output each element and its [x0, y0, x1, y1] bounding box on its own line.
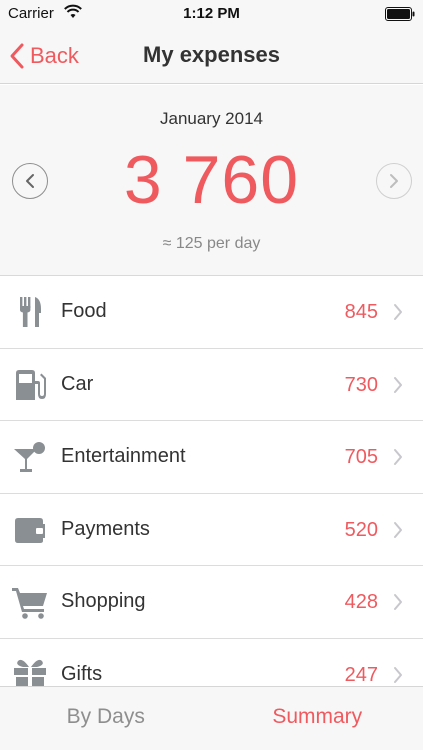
fork-knife-icon: [20, 297, 41, 327]
page-title: My expenses: [143, 42, 280, 67]
category-label: Shopping: [61, 590, 146, 612]
category-row-shopping[interactable]: Shopping 428: [0, 566, 423, 639]
category-label: Entertainment: [61, 445, 186, 467]
category-label: Food: [61, 300, 107, 322]
chevron-right-icon: [394, 304, 402, 320]
category-row-car[interactable]: Car 730: [0, 349, 423, 421]
status-time: 1:12 PM: [183, 5, 240, 22]
fuel-pump-icon: [16, 369, 46, 400]
chevron-right-icon: [394, 521, 402, 538]
category-label: Gifts: [61, 662, 103, 685]
chevron-right-icon: [394, 449, 402, 465]
shopping-cart-icon: [12, 588, 47, 619]
category-amount: 428: [344, 591, 378, 613]
category-row-payments[interactable]: Payments 520: [0, 494, 423, 566]
category-list: Food 845 Car 730 Entertainment 705 Payme…: [0, 276, 423, 711]
chevron-right-icon: [394, 376, 402, 393]
per-day-average: ≈ 125 per day: [162, 235, 261, 252]
chevron-right-icon: [390, 174, 398, 188]
tab-bar: By Days Summary: [0, 686, 423, 750]
tab-by-days[interactable]: By Days: [0, 687, 212, 750]
status-bar: Carrier 1:12 PM: [0, 0, 423, 28]
category-label: Car: [61, 372, 94, 395]
category-row-food[interactable]: Food 845: [0, 276, 423, 349]
total-amount: 3 760: [123, 142, 300, 218]
tab-summary[interactable]: Summary: [212, 687, 423, 750]
category-amount: 730: [344, 373, 378, 396]
next-month-button[interactable]: [376, 163, 412, 199]
category-row-entertainment[interactable]: Entertainment 705: [0, 421, 423, 494]
summary-header: January 2014 3 760 ≈ 125 per day: [0, 85, 423, 276]
category-amount: 247: [344, 663, 378, 686]
battery-icon: [385, 7, 415, 21]
cocktail-icon: [14, 442, 45, 472]
navigation-bar: Back My expenses: [0, 28, 423, 84]
chevron-right-icon: [394, 666, 402, 683]
category-amount: 845: [344, 301, 378, 323]
wallet-icon: [15, 517, 45, 543]
chevron-right-icon: [394, 594, 402, 610]
category-label: Payments: [61, 517, 150, 540]
period-label: January 2014: [159, 109, 264, 128]
category-amount: 705: [344, 446, 378, 468]
category-amount: 520: [344, 518, 378, 541]
